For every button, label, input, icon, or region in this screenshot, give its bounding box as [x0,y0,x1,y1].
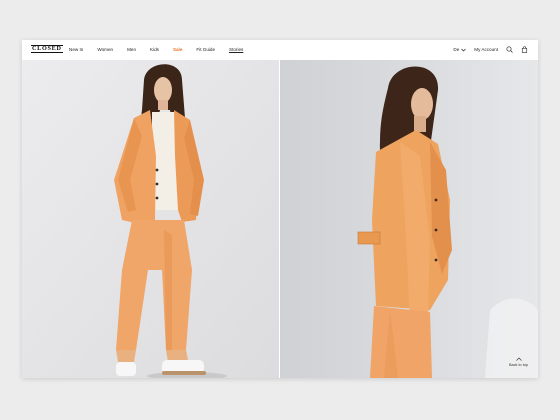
back-to-top-label: Back to top [509,363,528,367]
shopping-bag-icon[interactable] [521,46,528,53]
brand-logo[interactable]: CLOSED [31,45,63,53]
nav-item-sale[interactable]: Sale [173,47,182,52]
nav-item-men[interactable]: Men [127,47,136,52]
nav-item-kids[interactable]: Kids [150,47,159,52]
campaign-image-right[interactable] [280,60,538,378]
chevron-up-icon [515,357,522,361]
back-to-top-link[interactable]: Back to top [509,357,528,368]
my-account-link[interactable]: My Account [474,47,498,52]
nav-item-new-in[interactable]: New In [69,47,83,52]
top-navigation: CLOSED New In Women Men Kids Sale Fit Gu… [22,40,538,60]
nav-item-stories[interactable]: Stories [229,47,243,52]
main-menu: New In Women Men Kids Sale Fit Guide Sto… [69,47,243,52]
nav-item-fit-guide[interactable]: Fit Guide [196,47,215,52]
search-icon[interactable] [506,46,513,53]
nav-item-women[interactable]: Women [97,47,113,52]
nav-utilities: De My Account [453,46,528,53]
language-label: De [453,47,460,52]
campaign-image-left[interactable] [22,60,279,378]
browser-window: CLOSED New In Women Men Kids Sale Fit Gu… [22,40,538,378]
language-selector[interactable]: De [453,47,466,52]
chevron-down-icon [461,48,466,51]
